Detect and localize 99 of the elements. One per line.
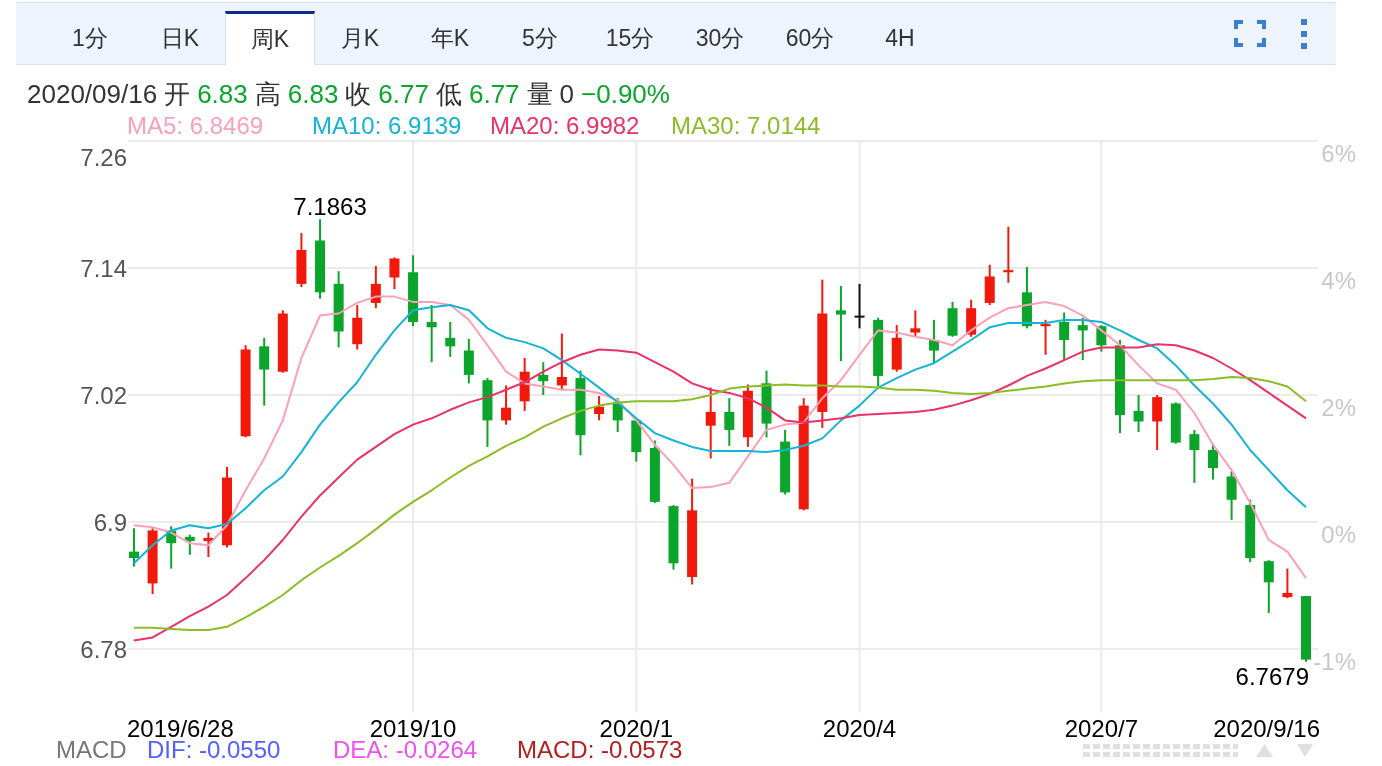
candlestick [445,321,456,358]
candlestick [631,417,642,463]
candlestick [1077,316,1088,362]
up-triangle-icon[interactable] [1256,743,1273,757]
candlestick [1245,498,1256,564]
candlestick [891,324,902,373]
period-tab[interactable]: 60分 [765,11,855,65]
candlestick [538,361,549,396]
x-axis-label: 2020/7 [1064,715,1139,738]
candlestick [556,332,567,391]
ma-legend-item: MA20: 6.9982 [490,112,641,140]
candlestick [1226,470,1237,521]
y-axis-label: 6.9 [93,508,127,536]
period-tab[interactable]: 周K [225,11,315,65]
period-tab[interactable]: 4H [855,11,945,65]
candlestick [910,309,921,338]
candlestick [1040,318,1051,356]
candlestick [501,384,512,426]
quote-label: 低 [435,79,462,109]
x-axis-label: 2020/1 [599,715,673,738]
candlestick [1301,595,1311,663]
quote-value: 6.83 [287,79,339,109]
candlestick [129,527,139,568]
candlestick [1282,567,1293,600]
quote-value: 0 [559,79,575,109]
ma-legend-item: MA30: 7.0144 [671,112,821,140]
candlestick [1189,428,1200,484]
candlestick [594,395,605,422]
quote-date: 2020/09/16 [27,79,158,109]
price-change: −0.90% [581,79,670,109]
indicator-name: MACD [56,738,128,762]
candlestick [166,525,177,570]
candlestick [1096,324,1107,353]
candlestick [352,304,363,351]
candlestick [1152,394,1163,452]
period-tab[interactable]: 日K [135,11,225,65]
candlestick [612,397,623,434]
candlestick [463,337,474,385]
candlestick [724,397,735,447]
candlestick [1003,225,1014,284]
candlestick [296,232,307,289]
period-tab[interactable]: 年K [405,11,495,65]
candlestick [1133,394,1144,434]
candlestick [259,336,270,407]
ma-legend-item: MA5: 6.8469 [127,112,265,140]
candlestick [519,356,530,412]
x-axis-label: 2019/6/28 [127,715,234,738]
candlestick [966,298,977,338]
candlestick [668,504,679,571]
candlestick [873,316,884,388]
macd-legend-item: DEA: -0.0264 [333,738,479,762]
quote-label: 量 [526,79,553,109]
candlestick [1170,401,1181,445]
candlestick [742,383,753,448]
y-axis-label: 7.02 [80,381,127,409]
period-tab[interactable]: 月K [315,11,405,65]
x-axis-label: 2019/10 [369,715,457,738]
range-scrollbar[interactable] [1083,743,1238,757]
candlestick [1021,265,1032,330]
candlestick [928,318,939,365]
quote-value: 6.77 [378,79,429,109]
y-axis-label: 6.78 [80,635,127,663]
candlestick [147,527,158,595]
x-axis-label: 2020/4 [822,715,897,738]
candlestick [426,304,437,364]
quote-label: 高 [254,79,281,109]
down-triangle-icon[interactable] [1297,743,1313,757]
period-tab[interactable]: 15分 [585,11,675,65]
price-annotation: 6.7679 [1235,662,1309,690]
y-axis-label: 7.26 [80,143,127,171]
candlestick [1059,311,1070,362]
ma-legend-item: MA10: 6.9139 [312,112,463,140]
more-menu-icon[interactable] [1301,18,1307,49]
period-tab[interactable]: 1分 [45,11,135,65]
quote-value: 6.77 [468,79,520,109]
fullscreen-icon[interactable] [1234,20,1266,47]
x-axis-label: 2020/9/16 [1213,715,1320,738]
candlestick [389,256,400,291]
candlestick [947,300,958,338]
quote-label: 开 [164,79,191,109]
period-tab[interactable]: 5分 [495,11,585,65]
candlestick [203,531,214,558]
candlestick [984,263,995,307]
y-axis-label: 7.14 [80,254,127,282]
quote-value: 6.83 [197,79,248,109]
macd-legend-item: DIF: -0.0550 [147,738,282,762]
candlestick [1263,559,1274,614]
candlestick [277,309,288,374]
candlestick [780,428,791,496]
candlestick [482,377,493,448]
candlestick [761,369,772,439]
candlestick [370,264,381,310]
price-annotation: 7.1863 [293,193,367,221]
period-tab[interactable]: 30分 [675,11,765,65]
candlestick [854,282,865,330]
candlestick [649,439,660,504]
candlestick [184,533,195,556]
macd-legend-item: MACD: -0.0573 [517,738,683,762]
quote-label: 收 [345,79,372,109]
